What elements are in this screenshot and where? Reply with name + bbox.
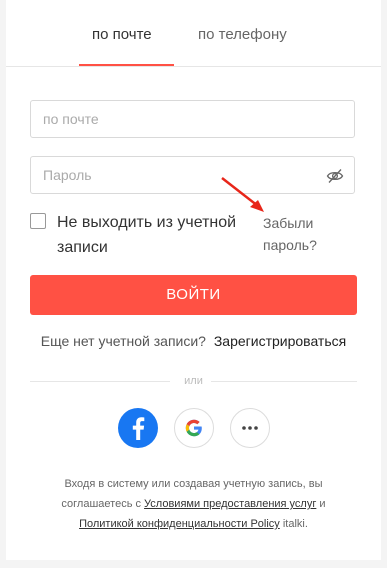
terms-of-service-link[interactable]: Условиями предоставления услуг — [144, 498, 316, 510]
signup-row: Еще нет учетной записи? Зарегистрировать… — [6, 333, 381, 349]
login-card: по почте по телефону Не выходить из учет… — [6, 0, 381, 560]
login-button[interactable]: ВОЙТИ — [30, 275, 357, 315]
facebook-login-button[interactable] — [118, 408, 158, 448]
signup-link[interactable]: Зарегистрироваться — [214, 333, 346, 349]
active-tab-indicator — [79, 64, 174, 66]
forgot-password-link[interactable]: Забыли пароль? — [263, 212, 333, 256]
email-field-container — [30, 100, 355, 138]
tab-email[interactable]: по почте — [92, 26, 152, 43]
facebook-icon — [132, 417, 145, 440]
remember-me-checkbox[interactable] — [30, 213, 46, 229]
privacy-policy-link[interactable]: Политикой конфиденциальности Policy — [79, 518, 280, 530]
password-input[interactable] — [31, 157, 323, 193]
terms-text-2: и — [319, 498, 326, 510]
more-icon — [242, 426, 258, 430]
divider-right — [211, 381, 357, 382]
tab-phone[interactable]: по телефону — [198, 26, 287, 43]
password-field-container — [30, 156, 355, 194]
more-options-button[interactable] — [230, 408, 270, 448]
remember-me-label[interactable]: Не выходить из учетной записи — [57, 210, 257, 260]
google-login-button[interactable] — [174, 408, 214, 448]
eye-slash-icon[interactable] — [326, 167, 344, 185]
terms-notice: Входя в систему или создавая учетную зап… — [36, 474, 351, 534]
login-tabs: по почте по телефону — [6, 0, 381, 67]
google-icon — [185, 419, 202, 437]
terms-text-3: italki. — [282, 518, 308, 530]
signup-question: Еще нет учетной записи? — [40, 333, 206, 349]
email-input[interactable] — [31, 101, 323, 137]
